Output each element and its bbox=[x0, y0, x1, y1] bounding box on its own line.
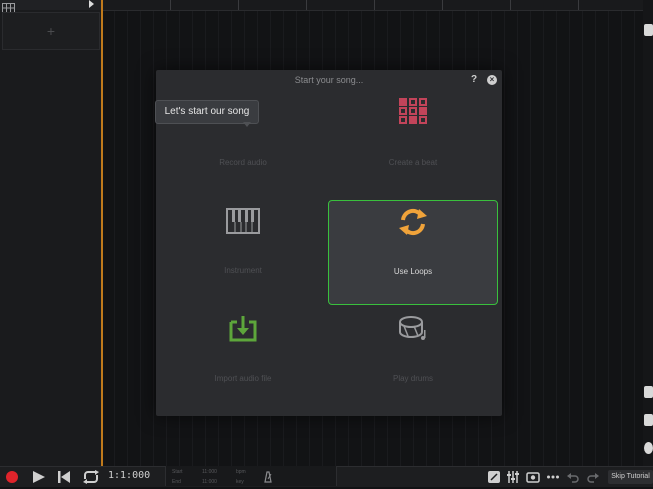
add-icon[interactable] bbox=[644, 386, 653, 398]
playhead[interactable] bbox=[101, 0, 103, 466]
record-audio-label: Record audio bbox=[219, 158, 267, 167]
time-display[interactable]: 1:1:000 bbox=[108, 466, 162, 486]
help-button[interactable]: ? bbox=[469, 74, 479, 86]
end-label: End bbox=[172, 479, 181, 485]
use-loops-option[interactable]: Use Loops bbox=[328, 200, 498, 305]
create-beat-option[interactable]: Create a beat bbox=[328, 92, 498, 197]
end-value: 11:000 bbox=[202, 479, 217, 485]
pencil-edit-icon[interactable] bbox=[487, 470, 501, 484]
dialog-title: Start your song... bbox=[294, 75, 364, 85]
loop-toggle-icon[interactable] bbox=[82, 470, 100, 484]
start-value: 11:000 bbox=[202, 469, 217, 475]
play-drums-option[interactable]: Play drums bbox=[328, 308, 498, 413]
mixer-icon[interactable] bbox=[506, 470, 520, 484]
import-download-icon bbox=[227, 314, 259, 347]
tooltip-arrow bbox=[243, 122, 251, 127]
close-button[interactable]: × bbox=[487, 75, 497, 85]
import-audio-label: Import audio file bbox=[214, 374, 272, 383]
play-icon[interactable] bbox=[32, 470, 46, 484]
use-loops-label: Use Loops bbox=[393, 267, 433, 276]
rewind-to-start-icon[interactable] bbox=[57, 470, 71, 484]
track-panel bbox=[0, 0, 102, 466]
skip-tutorial-button[interactable]: Skip Tutorial bbox=[608, 470, 653, 484]
more-options-icon[interactable] bbox=[546, 470, 560, 484]
import-audio-option[interactable]: Import audio file bbox=[158, 308, 328, 413]
start-label: Start bbox=[172, 469, 183, 475]
bpm-label: bpm bbox=[236, 469, 246, 475]
record-icon[interactable] bbox=[5, 470, 19, 484]
undo-icon[interactable] bbox=[566, 470, 580, 484]
play-drums-label: Play drums bbox=[392, 374, 433, 383]
camera-icon[interactable] bbox=[526, 470, 540, 484]
drum-icon bbox=[398, 314, 428, 347]
tutorial-tooltip: Let's start our song bbox=[155, 100, 259, 124]
beat-grid-icon bbox=[399, 98, 427, 129]
panel-icon[interactable] bbox=[644, 414, 653, 426]
redo-icon[interactable] bbox=[586, 470, 600, 484]
play-marker-icon bbox=[89, 0, 94, 8]
loop-refresh-icon bbox=[397, 207, 429, 242]
song-counter[interactable]: Start 11:000 End 11:000 bpm key bbox=[165, 466, 337, 486]
piano-icon bbox=[226, 208, 260, 239]
instrument-option[interactable]: Instrument bbox=[158, 200, 328, 305]
metronome-icon[interactable] bbox=[262, 470, 274, 488]
timeline-ruler[interactable] bbox=[102, 0, 653, 11]
grid-view-icon[interactable] bbox=[2, 0, 16, 13]
create-beat-label: Create a beat bbox=[388, 158, 438, 167]
add-track-button[interactable]: + bbox=[2, 12, 100, 50]
key-label: key bbox=[236, 479, 244, 485]
edit-icon[interactable] bbox=[644, 24, 653, 36]
help-circle-icon[interactable] bbox=[644, 442, 653, 454]
instrument-label: Instrument bbox=[224, 266, 262, 275]
